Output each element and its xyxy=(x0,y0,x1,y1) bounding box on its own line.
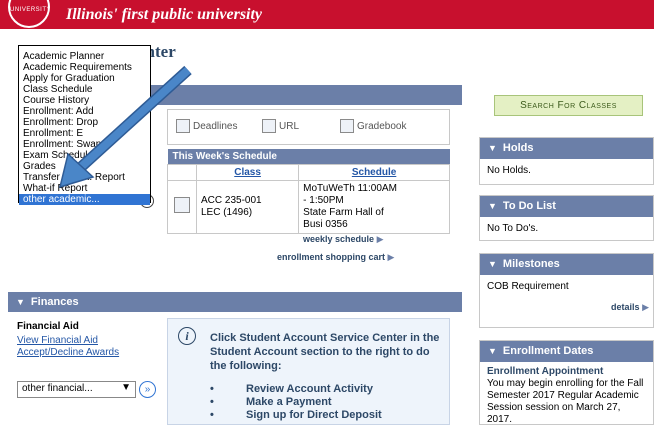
info-icon: i xyxy=(178,327,196,345)
collapse-triangle-icon: ▼ xyxy=(488,346,497,356)
menu-item[interactable]: Enrollment: Add xyxy=(19,106,150,117)
icon-column-header xyxy=(167,164,197,181)
schedule-time-end: - 1:50PM xyxy=(303,195,344,206)
holds-title: Holds xyxy=(502,142,534,154)
accept-decline-awards-link[interactable]: Accept/Decline Awards xyxy=(17,347,119,358)
weekly-schedule-link[interactable]: weekly schedule ▶ xyxy=(303,234,383,245)
milestones-panel: ▼ Milestones COB Requirement details ▶ xyxy=(479,253,654,328)
finances-title: Finances xyxy=(30,296,79,308)
arrow-right-icon: ▶ xyxy=(387,252,395,262)
gradebook-link[interactable]: Gradebook xyxy=(340,119,406,133)
details-label: details xyxy=(611,302,640,312)
holds-panel: ▼ Holds No Holds. xyxy=(479,137,654,185)
arrow-right-icon: ▶ xyxy=(642,302,649,312)
deadlines-label: Deadlines xyxy=(193,120,238,132)
class-section: LEC (1496) xyxy=(201,207,253,218)
financial-go-button[interactable]: » xyxy=(139,381,156,398)
enrollment-dates-body: Enrollment Appointment You may begin enr… xyxy=(480,362,653,432)
holds-bar[interactable]: ▼ Holds xyxy=(480,138,653,159)
menu-item[interactable]: Transfer Credit: Report xyxy=(19,172,150,183)
menu-item[interactable]: Class Schedule xyxy=(19,84,150,95)
weekly-schedule-label: weekly schedule xyxy=(303,234,375,244)
class-code: ACC 235-001 xyxy=(201,195,262,206)
list-item: Review Account Activity xyxy=(210,383,382,396)
url-link[interactable]: URL xyxy=(262,119,299,133)
enrollment-appointment-text: You may begin enrolling for the Fall Sem… xyxy=(487,378,644,425)
enrollment-dates-title: Enrollment Dates xyxy=(502,345,594,357)
calendar-icon xyxy=(176,119,190,133)
gradebook-label: Gradebook xyxy=(357,120,407,132)
shopping-cart-link[interactable]: enrollment shopping cart ▶ xyxy=(277,252,394,263)
list-item: Make a Payment xyxy=(210,396,382,409)
tools-box: Deadlines URL Gradebook xyxy=(167,109,450,145)
menu-item[interactable]: What-if Report xyxy=(19,183,150,194)
select-value: other financial... xyxy=(22,383,93,394)
list-item: Sign up for Direct Deposit xyxy=(210,409,382,422)
menu-item[interactable]: Grades xyxy=(19,161,150,172)
menu-item[interactable]: Enrollment: Swap xyxy=(19,139,150,150)
seal-text: UNIVERSITY xyxy=(10,7,50,13)
url-icon xyxy=(262,119,276,133)
todo-bar[interactable]: ▼ To Do List xyxy=(480,196,653,217)
todo-title: To Do List xyxy=(502,200,556,212)
financial-aid-heading: Financial Aid xyxy=(17,321,79,332)
milestones-body: COB Requirement xyxy=(487,281,569,292)
table-row: ACC 235-001 LEC (1496) MoTuWeTh 11:00AM … xyxy=(167,180,450,234)
deadlines-link[interactable]: Deadlines xyxy=(176,119,237,133)
milestones-details-link[interactable]: details ▶ xyxy=(611,302,649,313)
menu-item[interactable]: Academic Planner xyxy=(19,51,150,62)
todo-body: No To Do's. xyxy=(487,223,539,234)
milestones-title: Milestones xyxy=(502,258,560,270)
holds-body: No Holds. xyxy=(487,165,531,176)
search-for-classes-button[interactable]: Search For Classes xyxy=(494,95,643,116)
weekly-schedule-table: This Week's Schedule Class Schedule ACC … xyxy=(167,149,450,234)
info-list: Review Account Activity Make a Payment S… xyxy=(210,383,382,422)
menu-item[interactable]: Course History xyxy=(19,95,150,106)
shopping-cart-label: enrollment shopping cart xyxy=(277,252,386,262)
menu-item-selected[interactable]: other academic... xyxy=(19,194,150,205)
finances-section-bar[interactable]: ▼ Finances xyxy=(8,292,462,312)
collapse-triangle-icon: ▼ xyxy=(488,143,497,153)
schedule-room: Busi 0356 xyxy=(303,219,348,230)
other-financial-select[interactable]: other financial... ▼ xyxy=(17,381,136,398)
chevron-down-icon: ▼ xyxy=(121,382,131,393)
enrollment-dates-bar[interactable]: ▼ Enrollment Dates xyxy=(480,341,653,362)
menu-item[interactable]: Exam Schedule xyxy=(19,150,150,161)
gradebook-icon xyxy=(340,119,354,133)
schedule-location: State Farm Hall of xyxy=(303,207,384,218)
tagline: Illinois' first public university xyxy=(66,6,263,23)
milestones-bar[interactable]: ▼ Milestones xyxy=(480,254,653,275)
menu-item[interactable]: Apply for Graduation xyxy=(19,73,150,84)
menu-item[interactable]: Academic Requirements xyxy=(19,62,150,73)
info-text: Click Student Account Service Center in … xyxy=(210,332,440,372)
enrollment-dates-panel: ▼ Enrollment Dates Enrollment Appointment… xyxy=(479,340,654,425)
collapse-triangle-icon: ▼ xyxy=(16,297,25,307)
enrollment-appointment-heading: Enrollment Appointment xyxy=(487,366,604,377)
schedule-time: MoTuWeTh 11:00AM xyxy=(303,183,397,194)
arrow-right-icon: ▶ xyxy=(376,234,384,244)
schedule-title: This Week's Schedule xyxy=(167,149,450,165)
url-label: URL xyxy=(279,120,300,132)
calendar-icon[interactable] xyxy=(174,197,190,213)
menu-item[interactable]: Enrollment: E xyxy=(19,128,150,139)
collapse-triangle-icon: ▼ xyxy=(488,259,497,269)
todo-panel: ▼ To Do List No To Do's. xyxy=(479,195,654,241)
academic-dropdown-menu[interactable]: Academic Planner Academic Requirements A… xyxy=(18,45,151,205)
collapse-triangle-icon: ▼ xyxy=(488,201,497,211)
schedule-column-header[interactable]: Schedule xyxy=(298,164,450,181)
view-financial-aid-link[interactable]: View Financial Aid xyxy=(17,335,98,346)
menu-item[interactable]: Enrollment: Drop xyxy=(19,117,150,128)
student-account-info-box: i Click Student Account Service Center i… xyxy=(167,318,450,425)
class-column-header[interactable]: Class xyxy=(195,164,300,181)
